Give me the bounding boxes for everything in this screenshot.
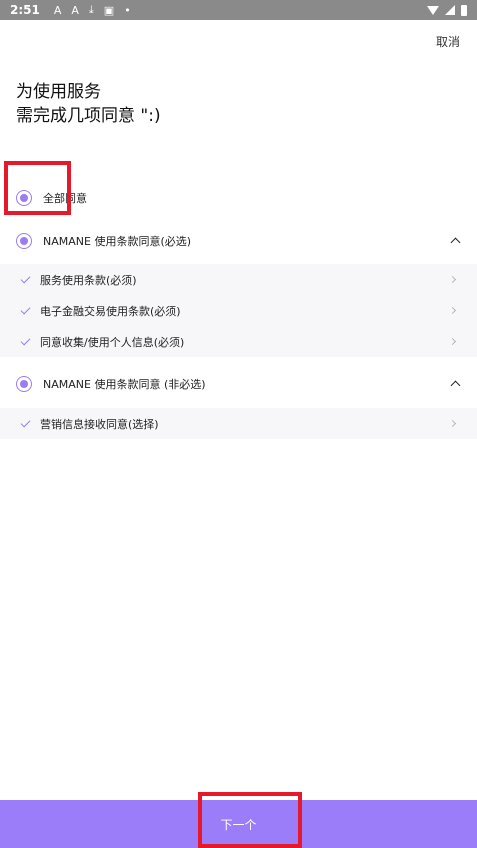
optional-group-radio[interactable] — [16, 376, 32, 392]
battery-icon — [461, 4, 467, 16]
agree-all-label: 全部同意 — [43, 192, 87, 205]
cancel-button[interactable]: 取消 — [436, 33, 460, 50]
item-label: 营销信息接收同意(选择) — [40, 417, 159, 431]
list-item[interactable]: 营销信息接收同意(选择) — [0, 408, 477, 439]
status-time: 2:51 — [10, 3, 40, 17]
page-title: 为使用服务 需完成几项同意 ":) — [16, 80, 161, 128]
required-items-list: 服务使用条款(必须) 电子金融交易使用条款(必须) 同意收集/使用个人信息(必须… — [0, 264, 477, 357]
signal-icon — [445, 5, 455, 15]
title-line-2: 需完成几项同意 ":) — [16, 106, 161, 126]
item-label: 电子金融交易使用条款(必须) — [40, 304, 181, 318]
chevron-up-icon[interactable] — [450, 237, 461, 248]
item-label: 同意收集/使用个人信息(必须) — [40, 335, 185, 349]
list-item[interactable]: 电子金融交易使用条款(必须) — [0, 295, 477, 326]
title-line-1: 为使用服务 — [16, 82, 101, 102]
required-group-label: NAMANE 使用条款同意(必选) — [43, 235, 192, 248]
list-item[interactable]: 服务使用条款(必须) — [0, 264, 477, 295]
chevron-right-icon — [448, 337, 457, 346]
required-group-radio[interactable] — [16, 233, 32, 249]
check-icon — [20, 417, 31, 427]
check-icon — [20, 335, 31, 345]
list-item[interactable]: 同意收集/使用个人信息(必须) — [0, 326, 477, 357]
status-bar: 2:51 A A ⤓ ▣ • — [0, 0, 477, 20]
app-notification-icon: ▣ — [103, 3, 115, 17]
consent-screen: 2:51 A A ⤓ ▣ • 取消 为使用服务 需完成几项同意 ":) 全部同意… — [0, 0, 477, 848]
optional-items-list: 营销信息接收同意(选择) — [0, 408, 477, 439]
check-icon — [20, 304, 31, 314]
dot-icon: • — [124, 3, 131, 17]
chevron-right-icon — [448, 275, 457, 284]
chevron-right-icon — [448, 419, 457, 428]
agree-all-radio[interactable] — [16, 190, 32, 206]
check-icon — [20, 273, 31, 283]
chevron-up-icon[interactable] — [450, 380, 461, 391]
item-label: 服务使用条款(必须) — [40, 273, 137, 287]
required-group-header[interactable]: NAMANE 使用条款同意(必选) — [0, 231, 477, 251]
wifi-icon — [427, 5, 439, 15]
a-notification-icon: A — [53, 3, 62, 17]
optional-group-label: NAMANE 使用条款同意 (非必选) — [43, 378, 206, 391]
chevron-right-icon — [448, 306, 457, 315]
status-right-icons — [427, 4, 467, 16]
a-notification-icon: A — [71, 3, 79, 17]
optional-group-header[interactable]: NAMANE 使用条款同意 (非必选) — [0, 374, 477, 394]
next-button[interactable]: 下一个 — [0, 800, 477, 848]
download-icon: ⤓ — [88, 3, 94, 16]
agree-all-row[interactable]: 全部同意 — [0, 188, 477, 208]
